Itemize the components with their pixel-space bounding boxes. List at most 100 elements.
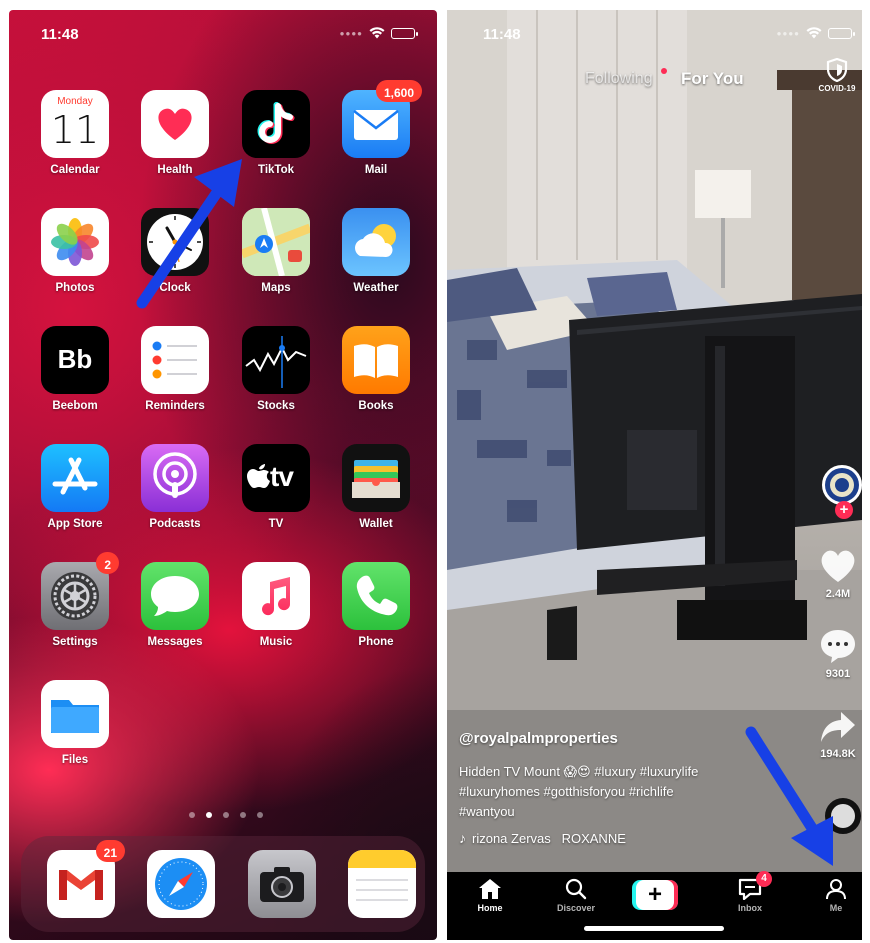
create-button[interactable]: + [632, 880, 678, 910]
app-podcasts[interactable]: Podcasts [135, 444, 215, 530]
weather-icon [342, 208, 410, 276]
reminders-icon [141, 326, 209, 394]
tiktok-bottom-nav: Home Discover + 4 Inbox Me [447, 871, 862, 940]
covid-button[interactable]: COVID-19 [815, 58, 859, 93]
tiktok-feed: 11:48 ●●●● Following For You COVID-19 + … [447, 10, 862, 940]
app-stocks[interactable]: Stocks [236, 326, 316, 412]
covid-label: COVID-19 [818, 84, 856, 93]
app-mail[interactable]: 1,600 Mail [336, 80, 422, 176]
app-label: Reminders [145, 400, 205, 412]
nav-home[interactable]: Home [455, 878, 525, 913]
app-messages[interactable]: Messages [135, 562, 215, 648]
inbox-badge: 4 [756, 871, 772, 887]
home-indicator[interactable] [584, 926, 724, 931]
calendar-date-label: 11 [50, 108, 100, 152]
like-count: 2.4M [825, 588, 851, 600]
page-dot [223, 812, 229, 818]
dock-app-safari[interactable] [141, 850, 221, 918]
podcasts-icon [141, 444, 209, 512]
settings-gear-icon: 2 [41, 552, 119, 630]
creator-username[interactable]: @royalpalmproperties [459, 730, 618, 747]
nav-discover-label: Discover [556, 903, 596, 913]
tab-following[interactable]: Following [585, 70, 653, 88]
battery-icon [828, 27, 855, 39]
gmail-icon: 21 [47, 840, 125, 918]
gmail-badge: 21 [95, 840, 125, 862]
page-indicator[interactable] [189, 812, 263, 818]
caption-line-2: #luxuryhomes #gotthisforyou #richlife [459, 784, 674, 799]
tiktok-icon [242, 90, 310, 158]
app-label: Phone [358, 636, 394, 648]
app-label: Settings [52, 636, 98, 648]
app-label: Stocks [257, 400, 295, 412]
like-button[interactable]: 2.4M [816, 548, 860, 600]
status-time: 11:48 [483, 26, 521, 43]
app-settings[interactable]: 2 Settings [35, 552, 119, 648]
home-icon [479, 879, 501, 899]
profile-person-icon [826, 879, 846, 900]
app-label: Wallet [359, 518, 393, 530]
nav-me-label: Me [829, 903, 843, 913]
wifi-icon [369, 27, 385, 39]
settings-badge: 2 [96, 552, 119, 574]
stocks-icon [242, 326, 310, 394]
photos-icon [41, 208, 109, 276]
app-books[interactable]: Books [336, 326, 416, 412]
shield-icon [826, 58, 848, 82]
nav-inbox-label: Inbox [738, 903, 762, 913]
signal-icon: ●●●● [776, 28, 800, 38]
app-phone[interactable]: Phone [336, 562, 416, 648]
annotation-arrow-icon [136, 159, 242, 309]
app-wallet[interactable]: Wallet [336, 444, 416, 530]
nav-me[interactable]: Me [801, 878, 862, 913]
follow-plus-icon[interactable]: + [835, 501, 853, 519]
app-files[interactable]: Files [35, 680, 115, 766]
nav-inbox[interactable]: 4 Inbox [715, 871, 785, 913]
app-label: Files [61, 754, 89, 766]
app-label: Photos [55, 282, 95, 294]
beebom-glyph: Bb [57, 344, 93, 374]
messages-icon [141, 562, 209, 630]
app-tv[interactable]: tv TV [236, 444, 316, 530]
app-music[interactable]: Music [236, 562, 316, 648]
app-app-store[interactable]: App Store [35, 444, 115, 530]
dock-app-gmail[interactable]: 21 [41, 840, 125, 918]
app-reminders[interactable]: Reminders [135, 326, 215, 412]
app-photos[interactable]: Photos [35, 208, 115, 294]
page-dot [257, 812, 263, 818]
wifi-icon [806, 27, 822, 39]
sound-row[interactable]: ♪ rizona Zervas ROXANNE [459, 830, 626, 846]
mail-badge: 1,600 [375, 80, 422, 102]
creator-avatar[interactable]: + [822, 465, 862, 519]
app-label: Weather [353, 282, 399, 294]
signal-icon: ●●●● [339, 28, 363, 38]
tab-for-you[interactable]: For You [681, 69, 744, 89]
app-weather[interactable]: Weather [336, 208, 416, 294]
comment-bubble-icon [821, 630, 855, 663]
app-calendar[interactable]: Monday 11 Calendar [35, 90, 115, 176]
calendar-day-label: Monday [57, 96, 93, 107]
apple-tv-icon: tv [242, 444, 310, 512]
heart-icon [141, 90, 209, 158]
camera-icon [248, 850, 316, 918]
comment-button[interactable]: 9301 [816, 628, 860, 680]
caption-line-3: #wantyou [459, 804, 515, 819]
avatar-seal-icon [825, 468, 859, 502]
ios-home-screen: 11:48 ●●●● Monday 11 Calendar Health Tik… [9, 10, 437, 940]
comment-count: 9301 [825, 668, 851, 680]
books-icon [342, 326, 410, 394]
app-label: Podcasts [149, 518, 201, 530]
calendar-icon: Monday 11 [41, 90, 109, 158]
following-dot [661, 68, 667, 74]
dock-app-notes[interactable] [342, 850, 422, 918]
beebom-icon: Bb [41, 326, 109, 394]
app-label: Books [358, 400, 394, 412]
dock-app-camera[interactable] [242, 850, 322, 918]
mail-icon: 1,600 [342, 80, 422, 158]
video-frame[interactable]: 11:48 ●●●● Following For You COVID-19 + … [447, 10, 862, 872]
nav-discover[interactable]: Discover [541, 878, 611, 913]
app-beebom[interactable]: Bb Beebom [35, 326, 115, 412]
wallet-icon [342, 444, 410, 512]
dock: 21 [21, 836, 425, 932]
app-label: App Store [47, 518, 103, 530]
